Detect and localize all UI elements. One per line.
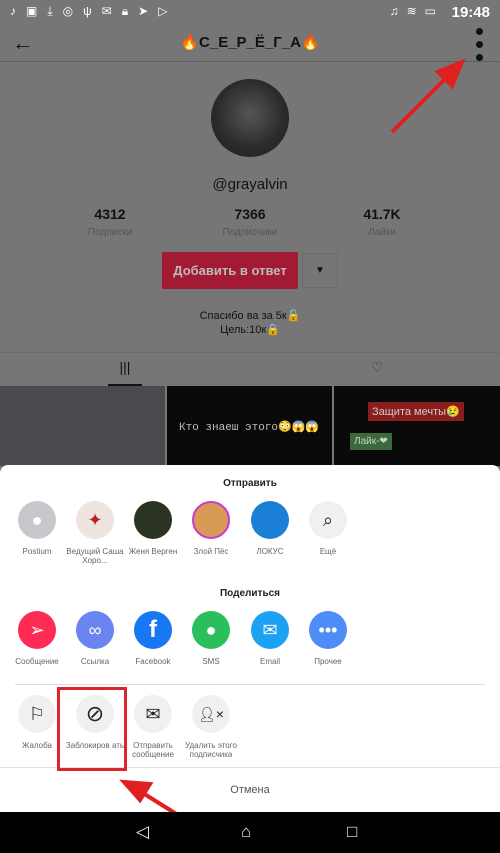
annotation-arrows	[119, 58, 466, 837]
home-icon[interactable]: ⌂	[241, 822, 251, 842]
back-triangle-icon[interactable]: ◁	[136, 822, 149, 842]
arrow-to-menu	[390, 70, 454, 134]
recents-square-icon[interactable]: □	[347, 822, 357, 842]
navigation-bar: ◁ ⌂ □	[0, 812, 500, 853]
